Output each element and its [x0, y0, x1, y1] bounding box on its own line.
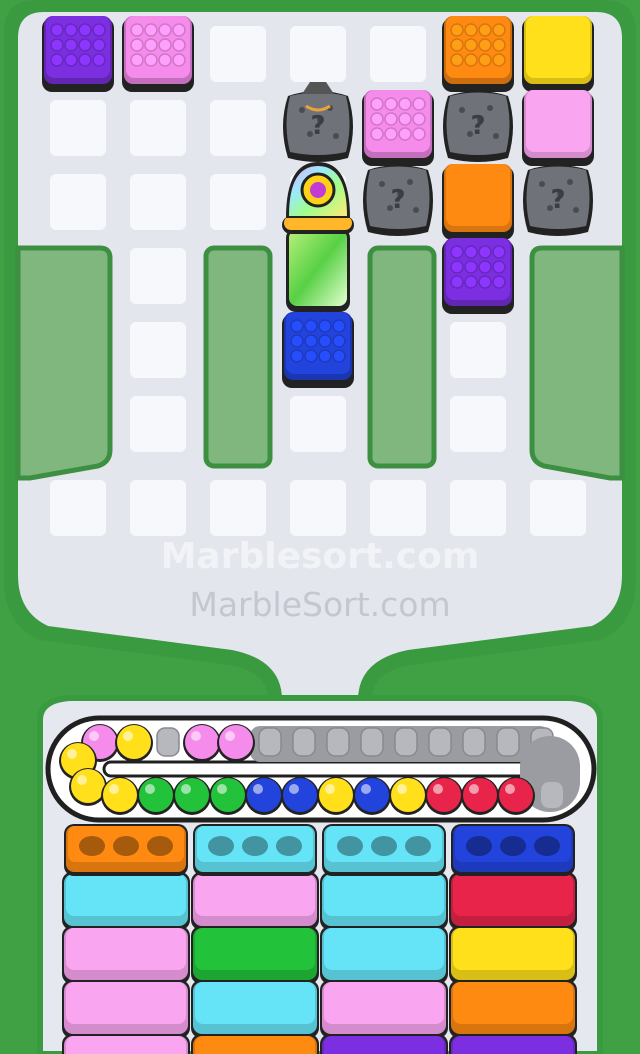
empty-cell — [290, 480, 346, 536]
empty-cell — [130, 174, 186, 230]
marble — [281, 777, 319, 815]
empty-cell — [210, 480, 266, 536]
mystery-mark-icon: ? — [550, 185, 565, 215]
pink-block[interactable] — [122, 16, 194, 92]
marble — [425, 777, 463, 815]
marble — [137, 777, 175, 815]
marble — [217, 724, 255, 762]
empty-cell — [130, 322, 186, 378]
game-board-canvas: ???? — [4, 0, 636, 1054]
empty-cell — [290, 26, 346, 82]
empty-slot — [258, 727, 282, 757]
marble-hole — [466, 836, 492, 856]
marble — [461, 777, 499, 815]
empty-cell — [130, 396, 186, 452]
marble — [173, 777, 211, 815]
empty-cell — [450, 396, 506, 452]
tray-column[interactable] — [320, 824, 448, 1054]
marble-hole — [242, 836, 268, 856]
marble — [353, 777, 391, 815]
empty-slot — [156, 727, 180, 757]
marble-hole — [276, 836, 302, 856]
empty-slot — [292, 727, 316, 757]
mystery-mark-icon: ? — [310, 111, 325, 141]
tray-column[interactable] — [191, 824, 319, 1054]
empty-slot — [326, 727, 350, 757]
stone-block[interactable]: ? — [363, 165, 433, 236]
pink-block[interactable] — [362, 90, 434, 166]
empty-cell — [210, 100, 266, 156]
empty-slot — [360, 727, 384, 757]
empty-cell — [370, 26, 426, 82]
marble-hole — [113, 836, 139, 856]
empty-cell — [130, 248, 186, 304]
marble — [245, 777, 283, 815]
empty-slot — [462, 727, 486, 757]
tray-column[interactable] — [449, 824, 577, 1054]
marble-hole — [79, 836, 105, 856]
marble-hole — [208, 836, 234, 856]
marble — [183, 724, 221, 762]
empty-cell — [210, 26, 266, 82]
stone-block[interactable]: ? — [523, 165, 593, 236]
mystery-mark-icon: ? — [470, 111, 485, 141]
marble-hole — [337, 836, 363, 856]
marble — [101, 777, 139, 815]
mystery-mark-icon: ? — [390, 185, 405, 215]
orange-block[interactable] — [442, 16, 514, 92]
empty-slot — [496, 727, 520, 757]
orange-block[interactable] — [442, 164, 514, 240]
rainbow-capsule[interactable] — [282, 162, 354, 312]
marble — [115, 724, 153, 762]
marble-hole — [147, 836, 173, 856]
stone-block[interactable]: ? — [443, 91, 513, 162]
purple-block[interactable] — [442, 238, 514, 314]
empty-slot — [428, 727, 452, 757]
empty-slot — [541, 782, 563, 808]
empty-cell — [210, 174, 266, 230]
empty-cell — [370, 480, 426, 536]
empty-cell — [50, 480, 106, 536]
empty-cell — [50, 174, 106, 230]
blue-block[interactable] — [282, 312, 354, 388]
marble-hole — [371, 836, 397, 856]
marble — [209, 777, 247, 815]
marble — [69, 768, 107, 806]
marble-hole — [534, 836, 560, 856]
marble-hole — [500, 836, 526, 856]
empty-cell — [450, 322, 506, 378]
empty-cell — [50, 100, 106, 156]
empty-cell — [130, 480, 186, 536]
empty-slot — [394, 727, 418, 757]
marble — [497, 777, 535, 815]
empty-cell — [530, 480, 586, 536]
purple-block[interactable] — [42, 16, 114, 92]
empty-cell — [290, 396, 346, 452]
marble-hole — [405, 836, 431, 856]
yellow-block[interactable] — [522, 16, 594, 92]
tray-column[interactable] — [62, 824, 190, 1054]
marble — [317, 777, 355, 815]
lightpink-block[interactable] — [522, 90, 594, 166]
empty-cell — [450, 480, 506, 536]
marble — [389, 777, 427, 815]
empty-cell — [130, 100, 186, 156]
game-stage: ???? Marblesort.com MarbleSort.com — [0, 0, 640, 1054]
